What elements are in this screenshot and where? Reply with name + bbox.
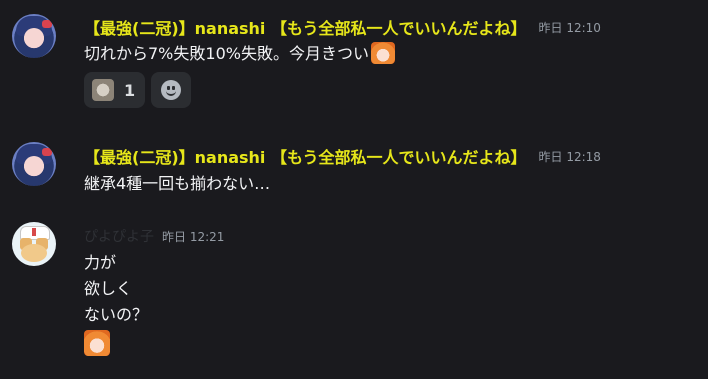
message-line: 力が bbox=[84, 253, 117, 272]
message-line: 欲しく bbox=[84, 279, 133, 298]
user-avatar[interactable] bbox=[12, 142, 56, 186]
timestamp: 昨日 12:21 bbox=[162, 229, 225, 244]
custom-emoji bbox=[370, 42, 395, 64]
reaction-count: 1 bbox=[124, 80, 136, 100]
timestamp: 昨日 12:18 bbox=[538, 149, 601, 164]
message-text: 切れから7%失敗10%失敗。今月きつい bbox=[84, 44, 369, 63]
reaction-button[interactable]: 1 bbox=[84, 72, 146, 108]
message-2: 【最強(二冠)】nanashi 【もう全部私一人でいいんだよね】 昨日 12:1… bbox=[0, 130, 708, 200]
message-1: 【最強(二冠)】nanashi 【もう全部私一人でいいんだよね】 昨日 12:1… bbox=[0, 0, 708, 120]
message-line: ないの？ bbox=[84, 305, 149, 324]
message-3: ぴよぴよ子 昨日 12:21 力が 欲しく ないの？ bbox=[0, 210, 708, 379]
smile-icon bbox=[161, 80, 182, 100]
author-name[interactable]: ぴよぴよ子 bbox=[84, 226, 154, 246]
custom-emoji bbox=[84, 330, 110, 356]
message-text: 継承4種一回も揃わない… bbox=[84, 174, 271, 193]
user-avatar[interactable] bbox=[12, 14, 56, 58]
author-name[interactable]: 【最強(二冠)】nanashi 【もう全部私一人でいいんだよね】 bbox=[84, 144, 527, 168]
add-reaction-button[interactable] bbox=[151, 72, 192, 108]
user-avatar[interactable] bbox=[12, 222, 56, 266]
timestamp: 昨日 12:10 bbox=[538, 20, 601, 35]
cat-emoji-icon bbox=[92, 79, 114, 101]
author-name[interactable]: 【最強(二冠)】nanashi 【もう全部私一人でいいんだよね】 bbox=[84, 15, 527, 39]
